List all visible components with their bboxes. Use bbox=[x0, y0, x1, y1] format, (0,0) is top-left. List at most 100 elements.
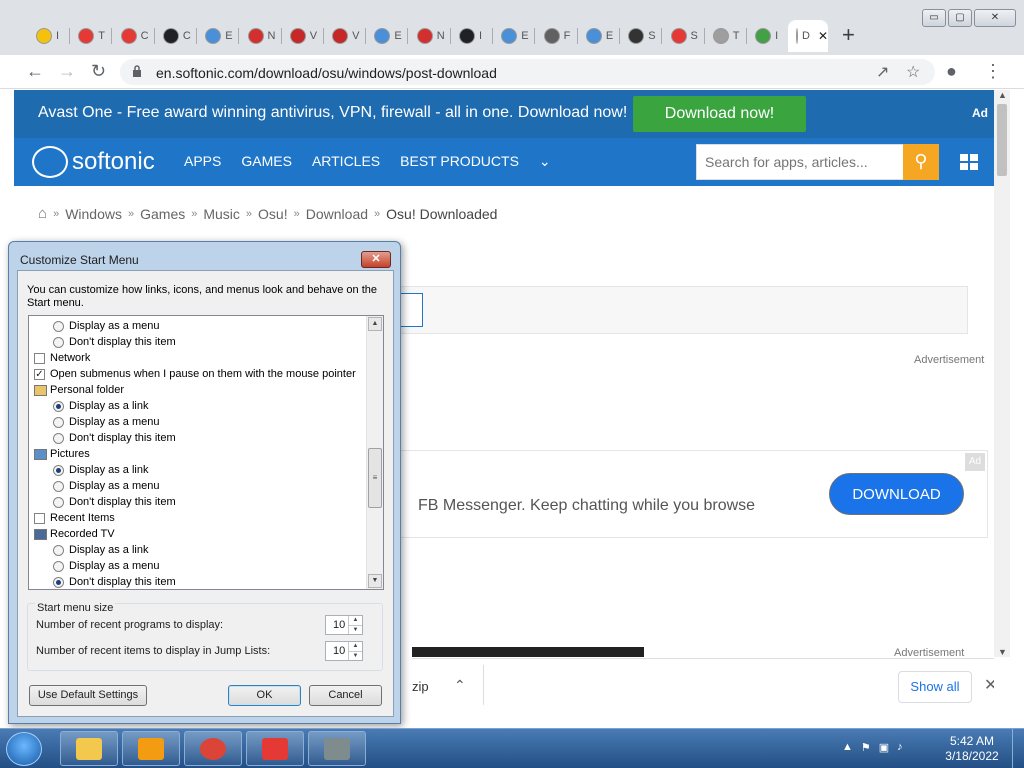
option-row[interactable]: Don't display this item bbox=[53, 494, 176, 510]
radio-button[interactable] bbox=[53, 480, 64, 492]
radio-button[interactable] bbox=[53, 400, 64, 412]
taskbar-app-media-player[interactable] bbox=[122, 731, 180, 766]
option-row[interactable]: Recent Items bbox=[34, 510, 115, 526]
stepper-down-icon[interactable]: ▼ bbox=[348, 625, 362, 634]
option-row[interactable]: Display as a link bbox=[53, 398, 148, 414]
ok-button[interactable]: OK bbox=[228, 685, 301, 706]
softonic-logo[interactable]: softonic bbox=[32, 146, 155, 178]
radio-button[interactable] bbox=[53, 336, 64, 348]
jump-list-stepper[interactable]: 10 ▲ ▼ bbox=[325, 641, 363, 661]
messenger-ad[interactable]: FB Messenger. Keep chatting while you br… bbox=[334, 450, 988, 538]
browser-tab[interactable]: T bbox=[70, 20, 113, 52]
maximize-button[interactable]: ▢ bbox=[948, 9, 972, 27]
option-row[interactable]: ✓ Open submenus when I pause on them with… bbox=[34, 366, 356, 382]
browser-tab[interactable]: C bbox=[155, 20, 197, 52]
bookmark-star-icon[interactable]: ☆ bbox=[906, 62, 920, 82]
option-row[interactable]: Display as a link bbox=[53, 462, 148, 478]
network-icon[interactable]: ▣ bbox=[879, 741, 889, 754]
option-row[interactable]: Pictures bbox=[34, 446, 90, 462]
scroll-down-icon[interactable]: ▼ bbox=[998, 647, 1007, 657]
breadcrumb-games[interactable]: Games bbox=[140, 206, 185, 222]
close-window-button[interactable]: ✕ bbox=[974, 9, 1016, 27]
taskbar-app-chrome[interactable] bbox=[184, 731, 242, 766]
chevron-up-icon[interactable]: ⌃ bbox=[454, 677, 466, 694]
breadcrumb-download[interactable]: Download bbox=[306, 206, 368, 222]
browser-tab[interactable]: V bbox=[324, 20, 367, 52]
avast-ad-banner[interactable]: Avast One - Free award winning antivirus… bbox=[14, 90, 994, 138]
radio-button[interactable] bbox=[53, 432, 64, 444]
show-all-button[interactable]: Show all bbox=[898, 671, 972, 703]
search-icon[interactable]: ⚲ bbox=[903, 144, 939, 180]
option-row[interactable]: Display as a link bbox=[53, 542, 148, 558]
option-row[interactable]: Display as a menu bbox=[53, 318, 160, 334]
minimize-button[interactable]: ▭ bbox=[922, 9, 946, 27]
list-scrollbar[interactable]: ▲ ≡ ▼ bbox=[366, 316, 383, 589]
option-row[interactable]: Don't display this item bbox=[53, 574, 176, 589]
browser-tab[interactable]: S bbox=[663, 20, 705, 52]
radio-button[interactable] bbox=[53, 560, 64, 572]
taskbar-app-wps[interactable] bbox=[246, 731, 304, 766]
dialog-close-button[interactable]: ✕ bbox=[361, 251, 391, 268]
breadcrumb-music[interactable]: Music bbox=[203, 206, 240, 222]
stepper-up-icon[interactable]: ▲ bbox=[348, 616, 362, 625]
browser-tab[interactable]: I bbox=[451, 20, 493, 52]
breadcrumb-windows[interactable]: Windows bbox=[65, 206, 122, 222]
volume-icon[interactable]: ♪ bbox=[897, 741, 903, 754]
radio-button[interactable] bbox=[53, 416, 64, 428]
browser-tab[interactable]: V bbox=[282, 20, 324, 52]
radio-button[interactable] bbox=[53, 464, 64, 476]
share-icon[interactable]: ↗ bbox=[876, 62, 889, 82]
option-row[interactable]: Display as a menu bbox=[53, 478, 160, 494]
menu-articles[interactable]: ARTICLES bbox=[312, 153, 380, 170]
radio-button[interactable] bbox=[53, 576, 64, 588]
list-scroll-down-icon[interactable]: ▼ bbox=[368, 574, 382, 588]
option-row[interactable]: Don't display this item bbox=[53, 430, 176, 446]
recent-programs-stepper[interactable]: 10 ▲ ▼ bbox=[325, 615, 363, 635]
back-icon[interactable]: ← bbox=[26, 61, 44, 81]
option-row[interactable]: Personal folder bbox=[34, 382, 124, 398]
stepper-up-icon[interactable]: ▲ bbox=[348, 642, 362, 651]
browser-tab[interactable]: S bbox=[620, 20, 663, 52]
close-icon[interactable]: ✕ bbox=[984, 675, 994, 695]
taskbar-app-explorer[interactable] bbox=[60, 731, 118, 766]
taskbar-app-installer[interactable] bbox=[308, 731, 366, 766]
scroll-up-icon[interactable]: ▲ bbox=[998, 90, 1007, 100]
action-center-flag-icon[interactable]: ⚑ bbox=[861, 741, 871, 754]
option-row[interactable]: Display as a menu bbox=[53, 414, 160, 430]
radio-button[interactable] bbox=[53, 320, 64, 332]
tray-expand-icon[interactable]: ▲ bbox=[842, 741, 853, 754]
browser-tab[interactable]: I bbox=[28, 20, 70, 52]
cancel-button[interactable]: Cancel bbox=[309, 685, 382, 706]
menu-games[interactable]: GAMES bbox=[241, 153, 292, 170]
option-row[interactable]: Display as a menu bbox=[53, 558, 160, 574]
menu-apps[interactable]: APPS bbox=[184, 153, 221, 170]
checkbox[interactable] bbox=[34, 352, 45, 364]
clock[interactable]: 5:42 AM 3/18/2022 bbox=[934, 734, 1010, 764]
checkbox[interactable] bbox=[34, 512, 45, 524]
list-scroll-up-icon[interactable]: ▲ bbox=[368, 317, 382, 331]
menu-best-products[interactable]: BEST PRODUCTS bbox=[400, 153, 519, 170]
chevron-down-icon[interactable]: ⌄ bbox=[539, 153, 551, 170]
browser-tab[interactable]: C bbox=[113, 20, 155, 52]
scroll-thumb[interactable] bbox=[997, 104, 1007, 176]
radio-button[interactable] bbox=[53, 544, 64, 556]
breadcrumb-osu[interactable]: Osu! bbox=[258, 206, 288, 222]
browser-tab[interactable]: E bbox=[197, 20, 240, 52]
browser-tab[interactable]: F bbox=[536, 20, 578, 52]
browser-tab[interactable]: N bbox=[240, 20, 282, 52]
address-bar[interactable]: en.softonic.com/download/osu/windows/pos… bbox=[120, 59, 935, 85]
menu-dots-icon[interactable]: ⋮ bbox=[984, 61, 1002, 81]
browser-tab[interactable]: E bbox=[493, 20, 536, 52]
close-tab-icon[interactable]: ✕ bbox=[818, 29, 828, 43]
browser-tab[interactable]: T bbox=[705, 20, 747, 52]
use-default-settings-button[interactable]: Use Default Settings bbox=[29, 685, 147, 706]
download-now-button[interactable]: Download now! bbox=[633, 96, 806, 132]
new-tab-button[interactable]: + bbox=[842, 24, 855, 46]
page-scrollbar[interactable]: ▲ ▼ bbox=[994, 90, 1010, 657]
browser-tab[interactable]: I bbox=[747, 20, 790, 52]
list-scroll-thumb[interactable]: ≡ bbox=[368, 448, 382, 508]
forward-icon[interactable]: → bbox=[58, 61, 76, 81]
windows-platform-icon[interactable] bbox=[960, 154, 978, 170]
start-button[interactable] bbox=[6, 732, 42, 766]
checkbox[interactable]: ✓ bbox=[34, 368, 45, 380]
